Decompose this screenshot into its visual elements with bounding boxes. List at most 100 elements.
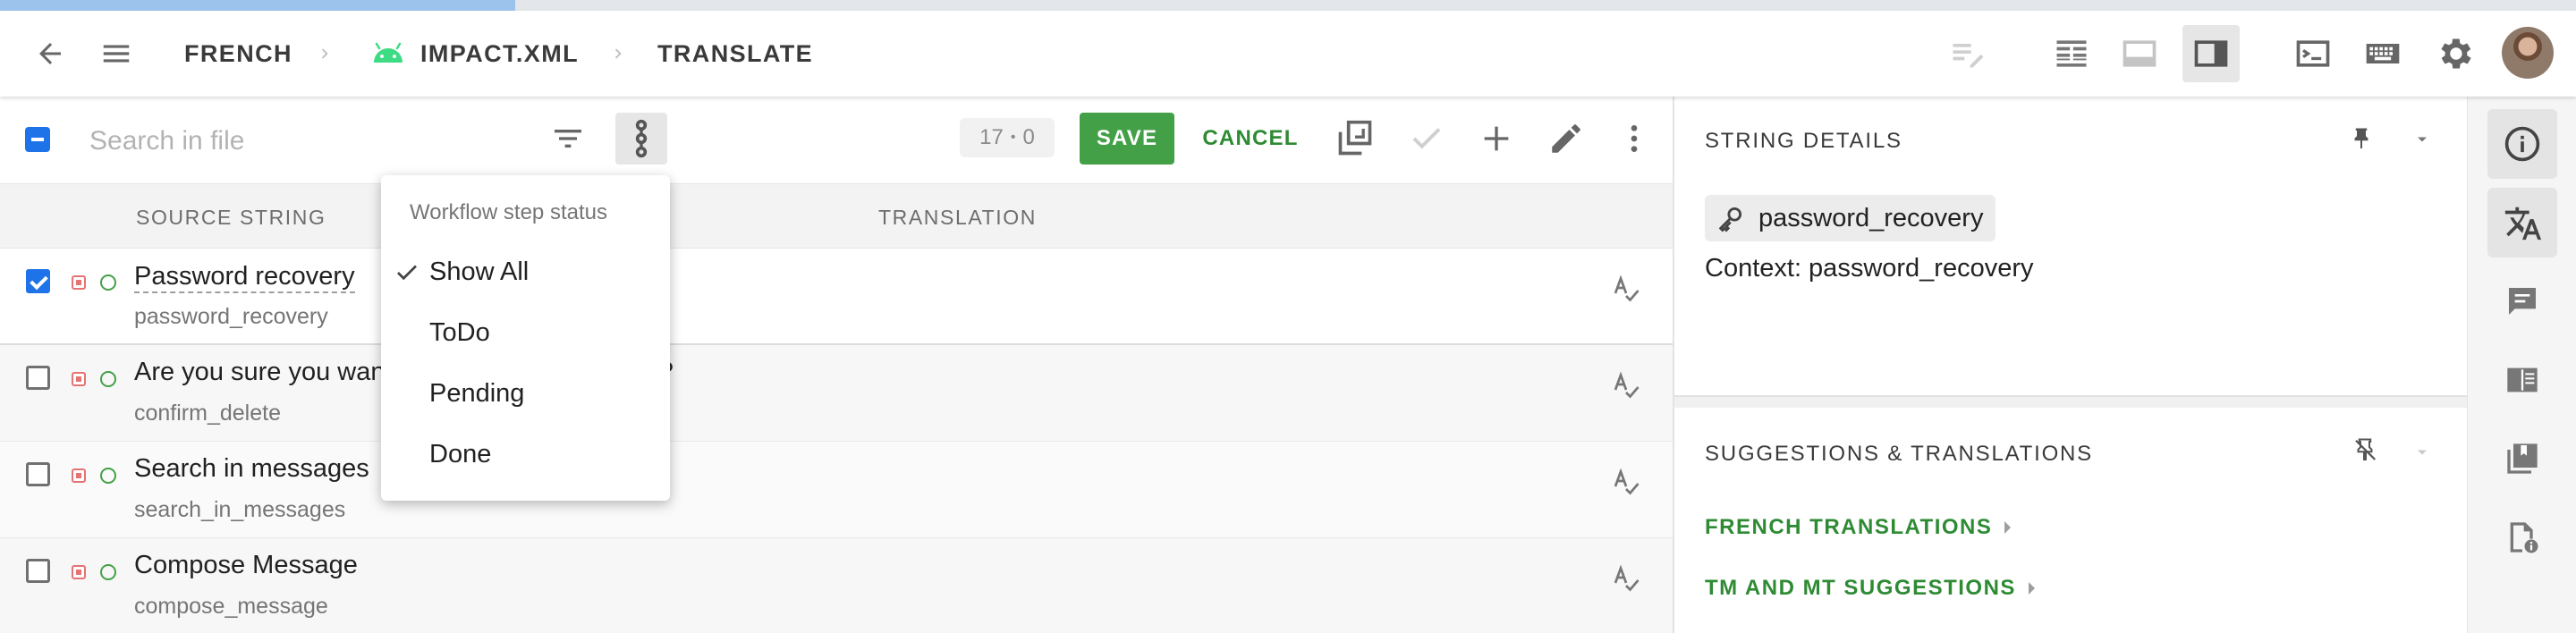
- cancel-button[interactable]: CANCEL: [1199, 113, 1302, 165]
- spellcheck-icon[interactable]: [1610, 368, 1642, 401]
- side-by-side-view-icon[interactable]: [2043, 25, 2100, 82]
- add-icon[interactable]: [1470, 113, 1522, 165]
- source-string-text: Search in messages: [134, 454, 369, 483]
- top-app-bar: FRENCH IMPACT.XML TRANSLATE: [0, 11, 2576, 97]
- row-checkbox[interactable]: [26, 269, 50, 293]
- string-key-text: compose_message: [134, 594, 328, 619]
- counter-value-left: 17: [979, 125, 1004, 149]
- user-avatar[interactable]: [2502, 27, 2554, 79]
- expand-triangle-icon: [2004, 521, 2012, 534]
- string-key-text: confirm_delete: [134, 401, 281, 426]
- copy-source-icon[interactable]: [1329, 113, 1381, 165]
- select-all-checkbox[interactable]: [25, 127, 50, 152]
- untranslated-status-icon: [72, 275, 86, 290]
- progress-fill: [0, 0, 515, 11]
- right-icon-rail: [2467, 97, 2576, 633]
- chevron-right-icon: [608, 11, 628, 97]
- console-icon[interactable]: [2284, 25, 2342, 82]
- string-details-title: STRING DETAILS: [1705, 129, 1902, 153]
- translation-column-header: TRANSLATION: [878, 206, 1037, 229]
- context-text: Context: password_recovery: [1705, 254, 2034, 283]
- chevron-right-icon: [315, 11, 335, 97]
- approval-status-icon: [100, 371, 116, 387]
- untranslated-status-icon: [72, 468, 86, 483]
- horizontal-view-icon[interactable]: [2111, 25, 2168, 82]
- string-key-text: password_recovery: [134, 304, 328, 329]
- source-string-column-header: SOURCE STRING: [136, 206, 326, 229]
- counter-value-right: 0: [1022, 125, 1035, 149]
- string-row[interactable]: Search in messages search_in_messages: [0, 442, 1673, 538]
- dropdown-item-pending[interactable]: Pending: [381, 367, 670, 424]
- spellcheck-icon[interactable]: [1610, 465, 1642, 497]
- dropdown-item-label: Pending: [429, 379, 525, 408]
- edit-pencil-icon[interactable]: [1540, 113, 1592, 165]
- key-icon: [1718, 207, 1742, 232]
- dropdown-item-label: Show All: [429, 257, 530, 286]
- approval-status-icon: [100, 468, 116, 484]
- edit-note-icon[interactable]: [1939, 25, 1996, 82]
- info-icon[interactable]: [2487, 109, 2557, 179]
- filter-icon[interactable]: [542, 113, 594, 165]
- file-info-icon[interactable]: [2487, 502, 2557, 572]
- spellcheck-icon[interactable]: [1610, 272, 1642, 304]
- counter-separator: •: [1010, 130, 1016, 145]
- workflow-status-dropdown: Workflow step status Show All ToDo Pendi…: [381, 175, 670, 501]
- library-books-icon[interactable]: [2487, 424, 2557, 494]
- suggestions-title: SUGGESTIONS & TRANSLATIONS: [1705, 442, 2093, 466]
- row-checkbox[interactable]: [26, 366, 50, 390]
- unpin-icon[interactable]: [2347, 433, 2383, 468]
- approval-status-icon: [100, 274, 116, 291]
- keyboard-icon[interactable]: [2354, 25, 2411, 82]
- breadcrumb-file[interactable]: IMPACT.XML: [420, 11, 579, 97]
- string-key-text: search_in_messages: [134, 497, 346, 522]
- breadcrumb-mode: TRANSLATE: [657, 39, 814, 67]
- more-vert-icon[interactable]: [1608, 113, 1660, 165]
- save-button[interactable]: SAVE: [1080, 113, 1174, 165]
- row-checkbox[interactable]: [26, 559, 50, 583]
- android-icon: [370, 11, 406, 97]
- checkmark-icon: [394, 259, 420, 291]
- string-key-label: password_recovery: [1758, 203, 1984, 232]
- back-arrow-icon[interactable]: [27, 30, 73, 77]
- dropdown-title: Workflow step status: [410, 200, 607, 224]
- dropdown-item-label: ToDo: [429, 318, 490, 347]
- approval-status-icon: [100, 564, 116, 580]
- dropdown-item-done[interactable]: Done: [381, 427, 670, 485]
- panel-divider: [1674, 395, 2469, 408]
- tm-mt-suggestions-link[interactable]: TM AND MT SUGGESTIONS: [1705, 576, 2035, 601]
- source-string-text: Compose Message: [134, 551, 358, 579]
- row-checkbox[interactable]: [26, 462, 50, 486]
- string-counter: 17 • 0: [960, 118, 1055, 157]
- glossary-book-icon[interactable]: [2487, 345, 2557, 415]
- workflow-filter-icon[interactable]: [615, 113, 667, 165]
- menu-icon[interactable]: [93, 30, 140, 77]
- dropdown-item-label: Done: [429, 440, 492, 468]
- string-row[interactable]: Are you sure you want to delete this mes…: [0, 345, 1673, 442]
- settings-gear-icon[interactable]: [2426, 25, 2483, 82]
- dropdown-item-show-all[interactable]: Show All: [381, 245, 670, 302]
- untranslated-status-icon: [72, 372, 86, 386]
- column-header: SOURCE STRING TRANSLATION: [0, 184, 1673, 249]
- breadcrumb-language[interactable]: FRENCH: [184, 11, 292, 97]
- link-label: TM AND MT SUGGESTIONS: [1705, 576, 2016, 600]
- comments-icon[interactable]: [2487, 266, 2557, 336]
- spellcheck-icon[interactable]: [1610, 561, 1642, 594]
- search-in-file-input[interactable]: [89, 116, 519, 166]
- approve-check-icon[interactable]: [1401, 113, 1453, 165]
- pin-icon[interactable]: [2343, 122, 2379, 157]
- progress-bar: [0, 0, 2576, 11]
- dropdown-item-todo[interactable]: ToDo: [381, 306, 670, 363]
- collapse-arrow-icon[interactable]: [2406, 436, 2438, 468]
- untranslated-status-icon: [72, 565, 86, 579]
- string-key-chip: password_recovery: [1705, 195, 1996, 241]
- collapse-arrow-icon[interactable]: [2406, 123, 2438, 156]
- translate-icon[interactable]: [2487, 188, 2557, 257]
- string-row[interactable]: Password recovery password_recovery: [0, 249, 1673, 345]
- sidebar-view-icon[interactable]: [2182, 25, 2240, 82]
- link-label: FRENCH TRANSLATIONS: [1705, 515, 1993, 539]
- source-string-text: Password recovery: [134, 261, 355, 293]
- string-row[interactable]: Compose Message compose_message: [0, 538, 1673, 633]
- expand-triangle-icon: [2028, 582, 2035, 595]
- string-details-panel: STRING DETAILS password_recovery Context…: [1673, 97, 2469, 633]
- french-translations-link[interactable]: FRENCH TRANSLATIONS: [1705, 515, 2012, 540]
